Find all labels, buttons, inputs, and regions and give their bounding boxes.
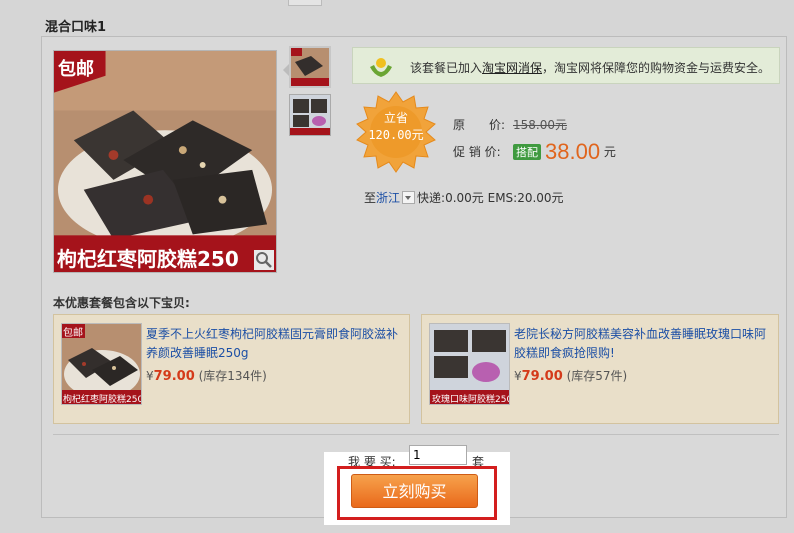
thumbnail-2[interactable]: [289, 94, 331, 136]
item-image-caption: 玫瑰口味阿胶糕250g: [432, 395, 510, 405]
item-price-value: 79.00: [153, 369, 195, 384]
included-item-card: 包邮 枸杞红枣阿胶糕250g 夏季不上火红枣枸杞阿胶糕固元膏即食阿胶滋补养颜改善…: [53, 314, 410, 424]
included-item-price: ¥79.00 (库存134件): [146, 367, 267, 384]
quantity-input[interactable]: [409, 445, 467, 465]
savings-label: 立省: [383, 111, 408, 125]
item-stock: (库存57件): [566, 369, 628, 383]
included-item-image[interactable]: 玫瑰口味阿胶糕250g: [429, 323, 510, 405]
included-item-title-link[interactable]: 夏季不上火红枣枸杞阿胶糕固元膏即食阿胶滋补养颜改善睡眠250g: [146, 325, 401, 363]
shipping-to-label: 至: [364, 191, 377, 205]
item-image-caption: 枸杞红枣阿胶糕250g: [63, 395, 142, 405]
product-photo: [54, 51, 276, 272]
item-stock: (库存134件): [198, 369, 267, 383]
region-dropdown-icon[interactable]: [402, 191, 416, 204]
shipping-region[interactable]: 浙江: [376, 191, 400, 205]
currency-symbol: ¥: [514, 369, 522, 383]
consumer-protection-notice: 该套餐已加入淘宝网消保，淘宝网将保障您的购物资金与运费安全。: [352, 47, 780, 84]
product-image-caption: 枸杞红枣阿胶糕250: [57, 247, 239, 271]
notice-prefix: 该套餐已加入: [410, 61, 483, 75]
included-item-title-link[interactable]: 老院长秘方阿胶糕美容补血改善睡眠玫瑰口味阿胶糕即食疯抢限购!: [514, 325, 769, 363]
bundle-tag: 搭配: [513, 144, 541, 160]
main-product-image[interactable]: 包邮 枸杞红枣阿胶糕250: [53, 50, 277, 273]
promo-price-row: 促 销 价: 搭配 38.00 元: [453, 139, 616, 165]
included-item-price: ¥79.00 (库存57件): [514, 367, 627, 384]
zoom-icon[interactable]: [254, 250, 274, 270]
promo-price-value: 38.00: [545, 139, 601, 164]
top-tab-stub: [288, 0, 322, 6]
original-price-label: 原 价:: [453, 118, 506, 132]
included-items-label: 本优惠套餐包含以下宝贝:: [53, 296, 190, 310]
divider: [53, 434, 779, 435]
shipping-info: 至浙江 快递:0.00元 EMS:20.00元: [364, 189, 564, 206]
consumer-protection-link[interactable]: 淘宝网消保: [482, 61, 542, 75]
savings-amount: 120.00元: [368, 128, 424, 142]
promo-price-label: 促 销 价:: [453, 145, 501, 159]
buy-now-button[interactable]: 立刻购买: [351, 474, 478, 508]
package-title: 混合口味1: [45, 20, 107, 35]
item-price-value: 79.00: [521, 369, 563, 384]
currency-symbol: ¥: [146, 369, 154, 383]
included-item-image[interactable]: 包邮 枸杞红枣阿胶糕250g: [61, 323, 142, 405]
thumbnail-1[interactable]: [289, 46, 331, 88]
savings-text: 立省 120.00元: [354, 110, 438, 144]
free-shipping-badge: 包邮: [58, 59, 94, 80]
notice-suffix: ，淘宝网将保障您的购物资金与运费安全。: [542, 61, 771, 75]
original-price-value: 158.00元: [513, 118, 567, 132]
included-item-card: 玫瑰口味阿胶糕250g 老院长秘方阿胶糕美容补血改善睡眠玫瑰口味阿胶糕即食疯抢限…: [421, 314, 779, 424]
promo-price-unit: 元: [603, 145, 616, 159]
item-free-shipping-badge: 包邮: [63, 328, 83, 339]
hands-shield-icon: [370, 58, 392, 77]
shipping-details: 快递:0.00元 EMS:20.00元: [417, 191, 564, 205]
original-price-row: 原 价: 158.00元: [453, 116, 567, 133]
